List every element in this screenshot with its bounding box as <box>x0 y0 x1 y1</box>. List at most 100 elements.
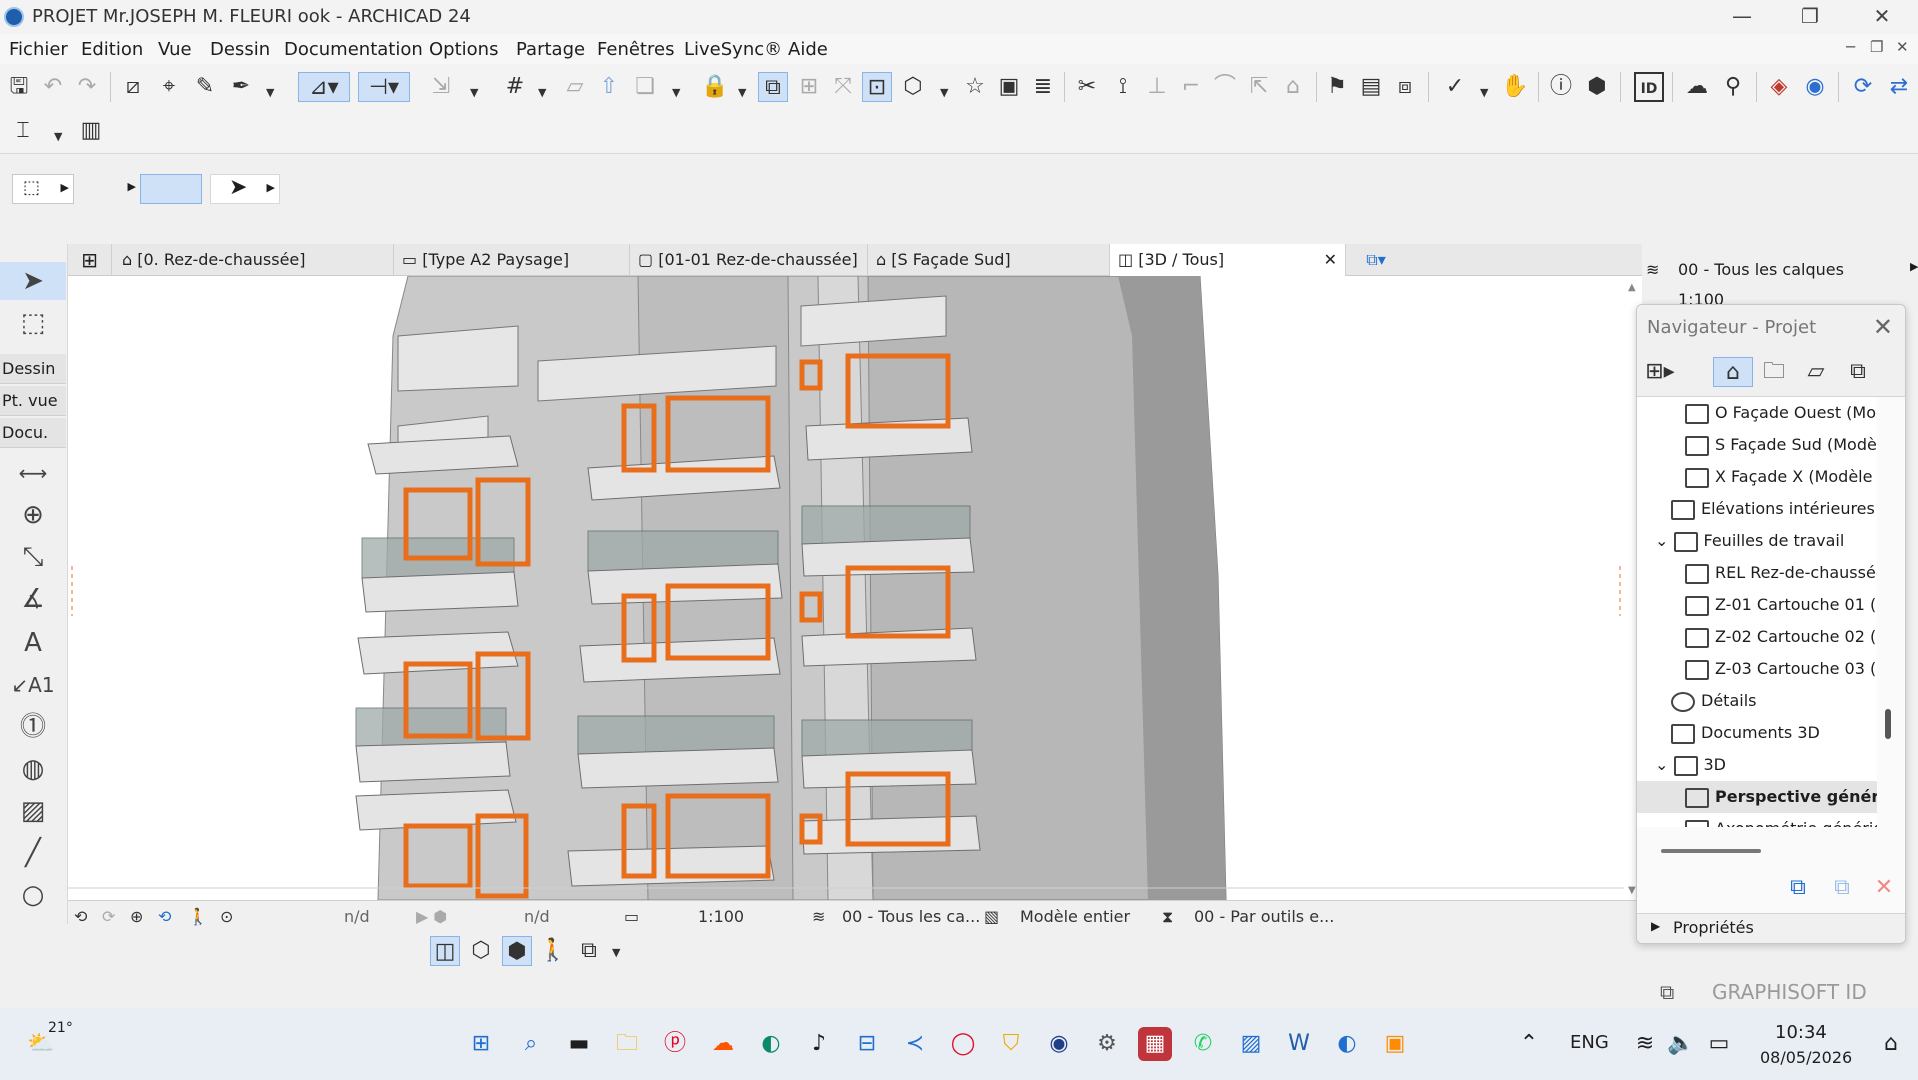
app-orange-icon[interactable]: ▣ <box>1378 1027 1412 1061</box>
clock-time[interactable]: 10:34 <box>1775 1022 1827 1043</box>
brave-icon[interactable]: ⛉ <box>994 1027 1028 1061</box>
tree-item[interactable]: Elévations intérieures <box>1671 493 1875 525</box>
menu-partage[interactable]: Partage <box>516 39 585 60</box>
arrow-tool-icon[interactable]: ➤ <box>0 262 66 300</box>
tree-item[interactable]: ⌄ 3D <box>1655 749 1726 781</box>
search-icon[interactable]: ⌕ <box>514 1027 548 1061</box>
grid-snap-icon[interactable]: ⊿▾ <box>298 72 350 102</box>
tree-scrollbar-thumb[interactable] <box>1885 709 1891 739</box>
text-tool-icon[interactable]: A <box>0 624 66 662</box>
offset-icon[interactable]: ⇱ <box>1244 72 1274 102</box>
clone-folder-icon[interactable]: ⧉ <box>1827 873 1857 903</box>
dimension-icon[interactable]: ⊞ <box>794 72 824 102</box>
marker-tool-icon[interactable]: ⓵ <box>0 708 66 746</box>
menu-edition[interactable]: Edition <box>81 39 143 60</box>
tab-s-facade-sud[interactable]: ⌂ [S Façade Sud] <box>868 244 1110 276</box>
undo-view-icon[interactable]: ⟲ <box>74 907 87 926</box>
soundcloud-icon[interactable]: ☁ <box>706 1027 740 1061</box>
tag-icon[interactable]: ⚲ <box>1718 72 1748 102</box>
trace-icon[interactable]: ⧄ <box>118 72 148 102</box>
pick-up-icon[interactable]: ✎ <box>190 72 220 102</box>
nd-field-2[interactable]: n/d <box>524 907 550 926</box>
model-view-options[interactable]: Modèle entier <box>1020 907 1130 926</box>
opera-icon[interactable]: ◯ <box>946 1027 980 1061</box>
tab-close-icon[interactable]: ✕ <box>1324 244 1337 276</box>
3d-viewport[interactable] <box>68 276 1624 900</box>
favorites-icon[interactable]: ☆ <box>960 72 990 102</box>
store-icon[interactable]: ⊟ <box>850 1027 884 1061</box>
graphisoft-id-label[interactable]: GRAPHISOFT ID <box>1712 980 1867 1004</box>
teamwork-icon[interactable]: ◈ <box>1764 72 1794 102</box>
snap-guides-icon[interactable]: ⊣▾ <box>358 72 410 102</box>
marquee-tool-icon[interactable]: ⬚ <box>0 304 66 342</box>
tree-item[interactable]: X Façade X (Modèle à <box>1685 461 1877 493</box>
archicad-alt-icon[interactable]: ◐ <box>1330 1027 1364 1061</box>
battery-icon[interactable]: ▭ <box>1702 1027 1736 1061</box>
menu-dessin[interactable]: Dessin <box>210 39 270 60</box>
info-swatch[interactable] <box>140 174 202 204</box>
start-icon[interactable]: ⊞ <box>464 1027 498 1061</box>
toolbox-section-dessin[interactable]: Dessin <box>0 354 66 384</box>
tree-item[interactable]: Axonométrie génériq <box>1685 813 1877 827</box>
trim-icon[interactable]: ⊥ <box>1142 72 1172 102</box>
tab-rez-de-chaussee[interactable]: ⌂ [0. Rez-de-chaussée] <box>112 244 394 276</box>
schedule-icon[interactable]: ▤ <box>1356 72 1386 102</box>
id-icon[interactable]: ID <box>1634 72 1664 102</box>
scale-value[interactable]: 1:100 <box>698 907 744 926</box>
edge-icon[interactable]: ◐ <box>754 1027 788 1061</box>
publish-icon[interactable]: ⧈ <box>1390 72 1420 102</box>
menu-options[interactable]: Options <box>429 39 498 60</box>
lock-icon[interactable]: 🔒 <box>700 72 730 102</box>
publisher-sets-icon[interactable]: ⧉ <box>1843 357 1873 387</box>
label-tool-icon[interactable]: ↙A1 <box>0 666 66 704</box>
hatch-tool-icon[interactable]: ▨ <box>0 792 66 830</box>
info-type-selector[interactable]: ⬚ ▶ <box>12 174 74 204</box>
menu-documentation[interactable]: Documentation <box>284 39 423 60</box>
window-icon[interactable]: ⧉ <box>1660 980 1674 1004</box>
layer-combo[interactable]: 00 - Tous les ca... <box>842 907 980 926</box>
renovation-icon[interactable]: ⧉ <box>758 72 788 102</box>
layout-book-icon[interactable]: ▱ <box>1801 357 1831 387</box>
mdi-minimize-button[interactable]: ─ <box>1846 38 1855 56</box>
elevation-tool-icon[interactable]: ⌶ <box>8 116 38 146</box>
navigator-close-icon[interactable]: ✕ <box>1873 313 1893 341</box>
chevron-up-icon[interactable]: ⌃ <box>1512 1027 1546 1061</box>
wifi-icon[interactable]: ≋ <box>1628 1027 1662 1061</box>
circle-tool-icon[interactable]: ○ <box>0 876 66 914</box>
tab-01-01-rez-de-chaussee[interactable]: ▢ [01-01 Rez-de-chaussée] <box>630 244 868 276</box>
info-field[interactable]: ▶ <box>78 174 138 204</box>
publisher-icon[interactable]: ▥ <box>76 116 106 146</box>
tree-item[interactable]: Détails <box>1671 685 1756 717</box>
find-select-icon[interactable]: ⌖ <box>154 72 184 102</box>
sync-icon[interactable]: ⟳ <box>1848 72 1878 102</box>
zoom-in-icon[interactable]: ⊕ <box>130 907 143 926</box>
delete-icon[interactable]: ✕ <box>1869 873 1899 903</box>
menu-fenetres[interactable]: Fenêtres <box>597 39 674 60</box>
split-icon[interactable]: ✂ <box>1072 72 1102 102</box>
chevron-down-icon[interactable]: ⌄ <box>1655 755 1674 774</box>
settings-icon[interactable]: ⚙ <box>1090 1027 1124 1061</box>
3d-style-icon[interactable]: ⧉ <box>574 936 604 966</box>
arrange-icon[interactable]: ⇲ <box>426 72 456 102</box>
tiktok-icon[interactable]: ♪ <box>802 1027 836 1061</box>
send-receive-icon[interactable]: ⇄ <box>1884 72 1914 102</box>
notification-icon[interactable]: ⌂ <box>1874 1027 1908 1061</box>
tree-item-selected[interactable]: Perspective génériq <box>1637 781 1877 813</box>
angle-dimension-icon[interactable]: ∡ <box>0 580 66 618</box>
undo-icon[interactable]: ↶ <box>38 72 68 102</box>
toolbox-section-ptvue[interactable]: Pt. vue <box>0 386 66 416</box>
radial-dimension-icon[interactable]: ⊕ <box>0 496 66 534</box>
tree-item[interactable]: O Façade Ouest (Modè <box>1685 397 1877 429</box>
tree-item[interactable]: S Façade Sud (Modèle <box>1685 429 1877 461</box>
grid-icon[interactable]: # <box>500 72 530 102</box>
explode-icon[interactable]: ⤧ <box>828 72 858 102</box>
line-tool-icon[interactable]: ╱ <box>0 834 66 872</box>
info-icon[interactable]: ⓘ <box>1546 72 1576 102</box>
element-3d-icon[interactable]: ⬡ <box>898 72 928 102</box>
tree-item[interactable]: Z-03 Cartouche 03 (In <box>1685 653 1877 685</box>
view-map-icon[interactable]: 🗀 <box>1759 357 1789 387</box>
pen-set[interactable]: 00 - Par outils e... <box>1194 907 1334 926</box>
explore-icon[interactable]: 🚶 <box>538 936 568 966</box>
whatsapp-icon[interactable]: ✆ <box>1186 1027 1220 1061</box>
redo-view-icon[interactable]: ⟳ <box>102 907 115 926</box>
